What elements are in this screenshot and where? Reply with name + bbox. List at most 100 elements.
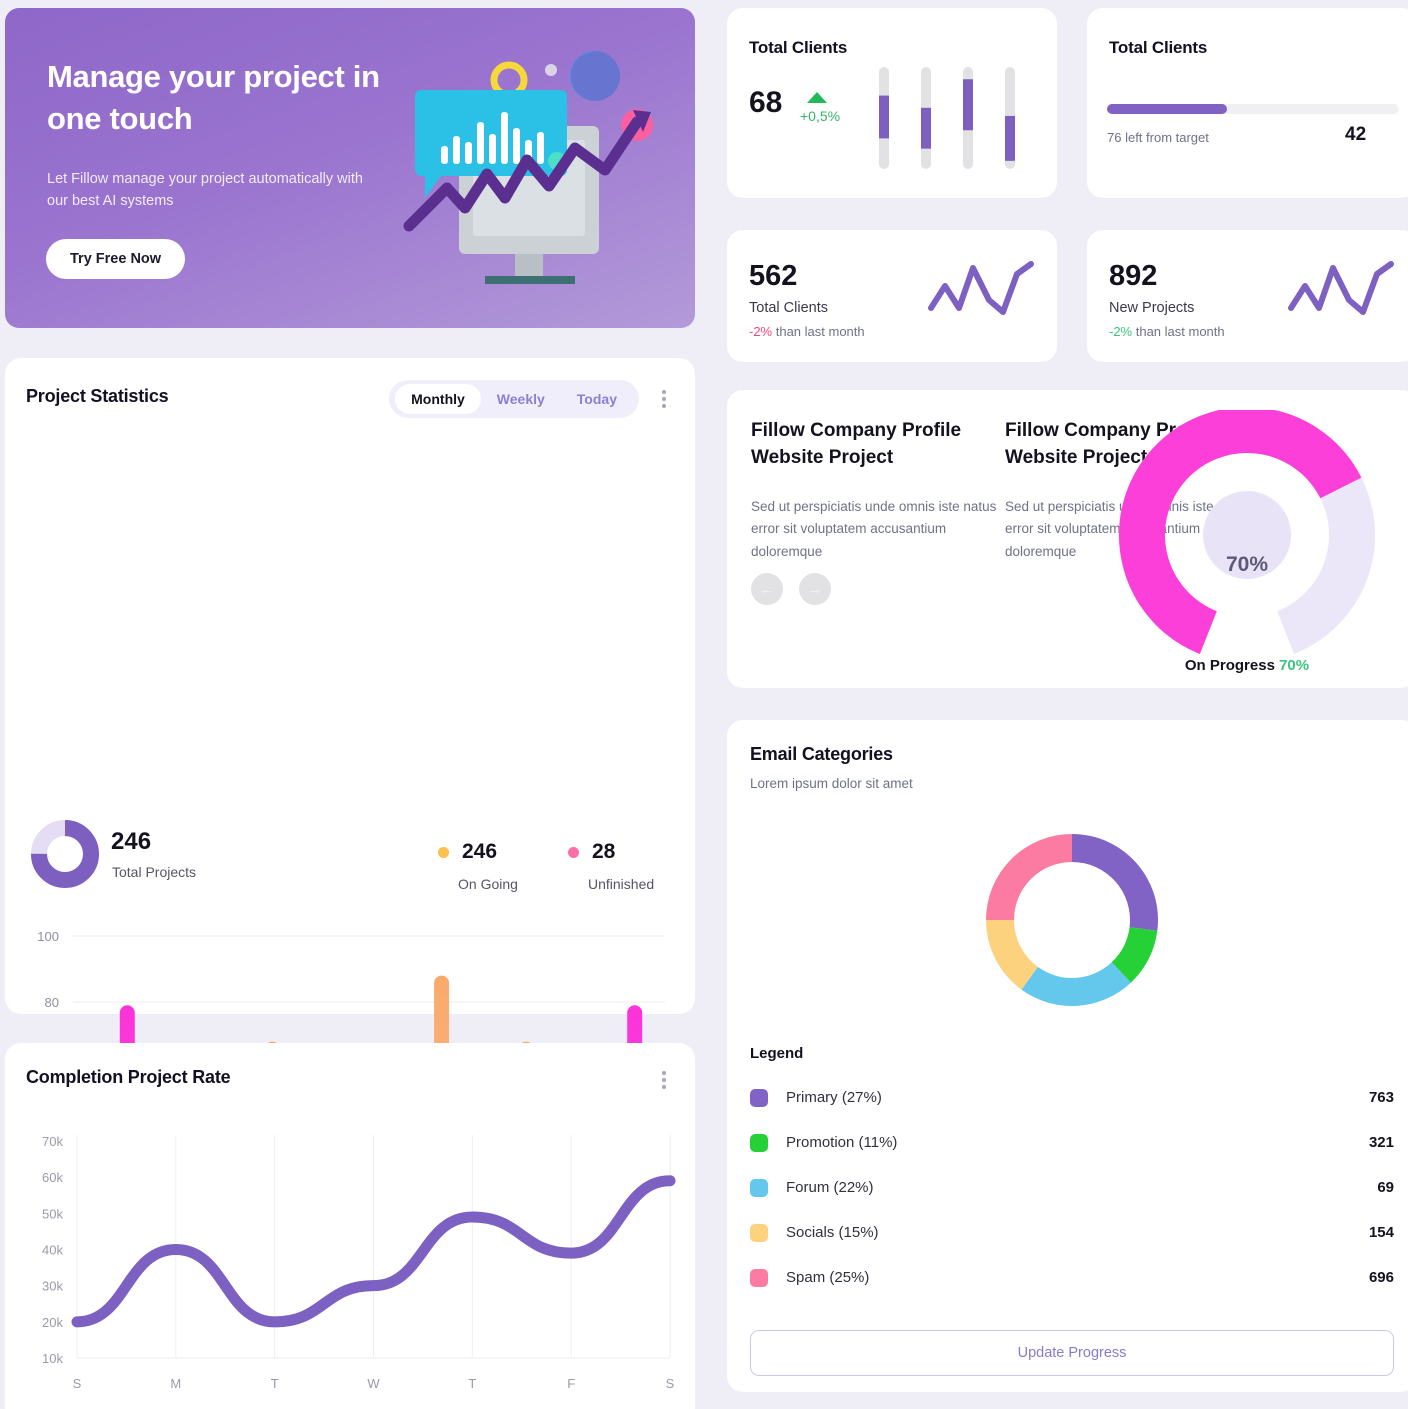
update-progress-button[interactable]: Update Progress	[750, 1330, 1394, 1376]
legend-swatch	[750, 1088, 768, 1107]
metric-label: New Projects	[1109, 300, 1195, 316]
legend-dot-unfinished	[568, 847, 579, 858]
tab-today[interactable]: Today	[561, 384, 633, 414]
svg-text:50k: 50k	[42, 1206, 63, 1221]
more-options-icon[interactable]	[657, 390, 671, 408]
legend-count: 154	[1368, 1224, 1394, 1241]
svg-text:30k: 30k	[42, 1279, 63, 1294]
total-clients-progress-card: Total Clients 76 left from target 42	[1087, 8, 1408, 198]
hero-title: Manage your project in one touch	[47, 59, 380, 136]
legend-value-ongoing: 246	[462, 840, 498, 863]
new-projects-sparkline-card: 892 New Projects -2% than last month	[1087, 230, 1408, 362]
dashboard-page: Manage your project in one touch Let Fil…	[0, 0, 1408, 1409]
legend-count: 696	[1368, 1269, 1394, 1286]
total-projects-value: 246	[111, 828, 152, 855]
email-categories-donut	[986, 834, 1158, 1006]
card-title: Total Clients	[1109, 38, 1208, 57]
hero-banner: Manage your project in one touch Let Fil…	[5, 8, 695, 328]
legend-row[interactable]: Promotion (11%) 321	[750, 1120, 1394, 1165]
carousel-nav: ← →	[751, 573, 831, 605]
legend-row[interactable]: Socials (15%) 154	[750, 1210, 1394, 1255]
legend-label: Primary (27%)	[786, 1089, 882, 1106]
card-title: Total Clients	[749, 38, 848, 57]
svg-text:70k: 70k	[42, 1134, 63, 1149]
legend-title: Legend	[750, 1045, 804, 1062]
hero-illustration	[403, 51, 653, 284]
svg-text:F: F	[567, 1376, 575, 1391]
tab-weekly[interactable]: Weekly	[481, 384, 561, 414]
svg-text:T: T	[468, 1376, 476, 1391]
gauge-center-value: 70%	[1225, 553, 1269, 576]
slide-title: Fillow Company Profile Website Project	[751, 420, 962, 468]
gauge-caption-percent: 70%	[1279, 657, 1310, 674]
sparkline-icon	[928, 261, 1034, 315]
legend-count: 69	[1377, 1179, 1394, 1196]
svg-text:T: T	[271, 1376, 279, 1391]
card-subtitle: Lorem ipsum dolor sit amet	[750, 776, 913, 791]
legend-swatch	[750, 1178, 768, 1197]
tab-monthly[interactable]: Monthly	[395, 384, 481, 414]
svg-text:S: S	[73, 1376, 82, 1391]
legend-swatch	[750, 1223, 768, 1242]
email-categories-card: Email Categories Lorem ipsum dolor sit a…	[727, 720, 1408, 1392]
progress-fill	[1107, 104, 1227, 114]
legend-label: Forum (22%)	[786, 1179, 874, 1196]
sparkline-icon	[1288, 261, 1394, 315]
progress-gauge: 70% On Progress 70%	[1092, 407, 1402, 685]
slide-body: Sed ut perspiciatis unde omnis iste natu…	[751, 499, 997, 559]
svg-text:M: M	[170, 1376, 181, 1391]
clients-delta: +0,5%	[800, 108, 841, 124]
legend-row[interactable]: Spam (25%) 696	[750, 1255, 1394, 1300]
project-progress-card: Fillow Company Profile Website Project S…	[727, 390, 1408, 688]
legend-value-unfinished: 28	[592, 840, 616, 863]
svg-text:10k: 10k	[42, 1351, 63, 1366]
svg-text:W: W	[367, 1376, 380, 1391]
progress-caption: 76 left from target	[1107, 130, 1209, 145]
gauge-chart	[1119, 407, 1375, 654]
progress-track	[1107, 104, 1399, 114]
legend-row[interactable]: Forum (22%) 69	[750, 1165, 1394, 1210]
svg-text:80: 80	[45, 995, 59, 1010]
metric-suffix: than last month	[772, 324, 865, 339]
project-statistics-card: Project Statistics Monthly Weekly Today …	[5, 358, 695, 1348]
gauge-caption-label: On Progress	[1184, 657, 1275, 674]
svg-text:40k: 40k	[42, 1243, 63, 1258]
metric-value: 562	[749, 260, 798, 292]
metric-subtext: -2% than last month	[1109, 324, 1225, 339]
legend-row[interactable]: Primary (27%) 763	[750, 1075, 1394, 1120]
total-clients-range-card: Total Clients 68 +0,5%	[727, 8, 1057, 198]
carousel-prev-icon[interactable]: ←	[751, 573, 783, 605]
metric-percent: -2%	[1109, 324, 1133, 339]
legend-count: 321	[1368, 1134, 1394, 1151]
legend-label-ongoing: On Going	[458, 876, 518, 892]
range-bars-chart	[879, 67, 1015, 169]
trend-up-icon	[807, 92, 827, 103]
svg-text:20k: 20k	[42, 1315, 63, 1330]
completion-project-rate-card: Completion Project Rate 10k 20k 30k 40k 50k 6…	[5, 1043, 695, 1409]
svg-text:S: S	[666, 1376, 675, 1391]
legend-label: Spam (25%)	[786, 1269, 870, 1286]
carousel-next-icon[interactable]: →	[799, 573, 831, 605]
total-projects-donut	[31, 820, 99, 888]
metric-subtext: -2% than last month	[749, 324, 865, 339]
svg-text:60k: 60k	[42, 1170, 63, 1185]
page-title: Project Statistics	[26, 386, 169, 406]
card-title: Completion Project Rate	[26, 1067, 231, 1087]
total-clients-sparkline-card: 562 Total Clients -2% than last month	[727, 230, 1057, 362]
try-free-now-button[interactable]: Try Free Now	[46, 239, 186, 279]
metric-percent: -2%	[749, 324, 773, 339]
svg-text:100: 100	[37, 929, 59, 944]
legend-swatch	[750, 1268, 768, 1287]
legend-dot-ongoing	[438, 847, 449, 858]
hero-subtitle: Let Fillow manage your project automatic…	[47, 171, 363, 210]
legend-label-unfinished: Unfinished	[588, 876, 655, 892]
gauge-caption: On Progress 70%	[1185, 657, 1309, 674]
more-options-icon[interactable]	[657, 1071, 671, 1089]
legend-label: Socials (15%)	[786, 1224, 879, 1241]
total-projects-label: Total Projects	[112, 864, 197, 880]
card-title: Email Categories	[750, 744, 893, 764]
metric-label: Total Clients	[749, 300, 828, 316]
metric-value: 892	[1109, 260, 1158, 292]
legend-count: 763	[1368, 1089, 1394, 1106]
time-range-tabs: Monthly Weekly Today	[389, 380, 639, 418]
